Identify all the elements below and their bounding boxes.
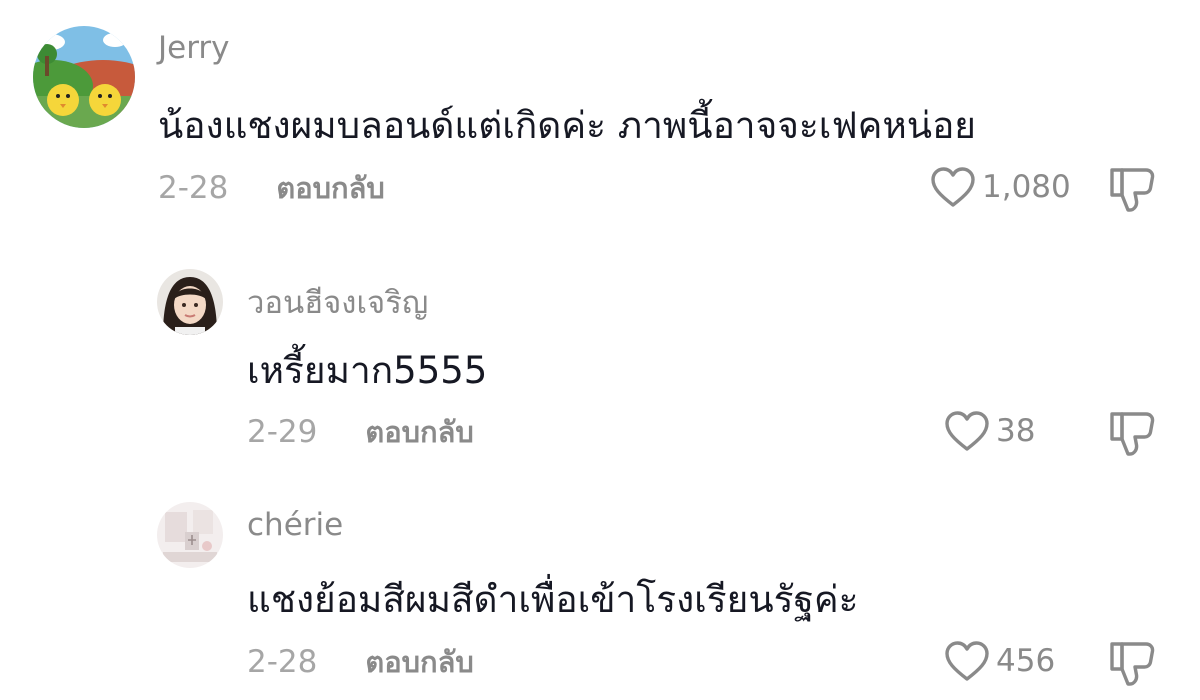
like-count: 38	[996, 413, 1036, 449]
comment-date: 2-28	[247, 644, 318, 680]
heart-icon	[944, 640, 990, 682]
reply-button[interactable]: ตอบกลับ	[365, 639, 473, 685]
like-button[interactable]: 38	[944, 410, 1035, 452]
comment-item: วอนฮีจงเจริญ เหรี้ยมาก5555 2-29 ตอบกลับ …	[0, 250, 1200, 470]
heart-icon	[930, 166, 976, 208]
like-count: 456	[996, 643, 1056, 679]
avatar[interactable]	[33, 26, 135, 128]
reply-button[interactable]: ตอบกลับ	[276, 165, 384, 211]
reply-button[interactable]: ตอบกลับ	[365, 409, 473, 455]
thumbs-down-icon	[1108, 640, 1158, 688]
username[interactable]: Jerry	[158, 30, 230, 66]
thumbs-down-icon	[1108, 166, 1158, 214]
comment-meta: 2-29 ตอบกลับ	[247, 407, 474, 457]
dislike-button[interactable]	[1108, 166, 1158, 214]
username[interactable]: chérie	[247, 507, 343, 543]
like-button[interactable]: 1,080	[930, 166, 1071, 208]
girl-portrait-avatar-icon	[157, 269, 223, 335]
comment-text: แชงย้อมสีผมสีดำเพื่อเข้าโรงเรียนรัฐค่ะ	[247, 578, 859, 621]
comment-list: Jerry น้องแชงผมบลอนด์แต่เกิดค่ะ ภาพนี้อา…	[0, 0, 1200, 700]
dislike-button[interactable]	[1108, 640, 1158, 688]
comment-item: Jerry น้องแชงผมบลอนด์แต่เกิดค่ะ ภาพนี้อา…	[0, 0, 1200, 230]
heart-icon	[944, 410, 990, 452]
avatar[interactable]	[157, 269, 223, 335]
dislike-button[interactable]	[1108, 410, 1158, 458]
comment-meta: 2-28 ตอบกลับ	[247, 637, 474, 687]
username[interactable]: วอนฮีจงเจริญ	[247, 277, 428, 327]
thumbs-down-icon	[1108, 410, 1158, 458]
comment-date: 2-28	[158, 170, 229, 206]
comment-meta: 2-28 ตอบกลับ	[158, 163, 385, 213]
like-count: 1,080	[982, 169, 1071, 205]
like-button[interactable]: 456	[944, 640, 1055, 682]
avatar[interactable]	[157, 502, 223, 568]
light-room-avatar-icon	[157, 502, 223, 568]
comment-text: น้องแชงผมบลอนด์แต่เกิดค่ะ ภาพนี้อาจจะเฟค…	[158, 104, 976, 147]
cartoon-chicks-avatar-icon	[33, 26, 135, 128]
comment-item: chérie แชงย้อมสีผมสีดำเพื่อเข้าโรงเรียนร…	[0, 482, 1200, 700]
comment-text: เหรี้ยมาก5555	[247, 349, 488, 392]
comment-date: 2-29	[247, 414, 318, 450]
